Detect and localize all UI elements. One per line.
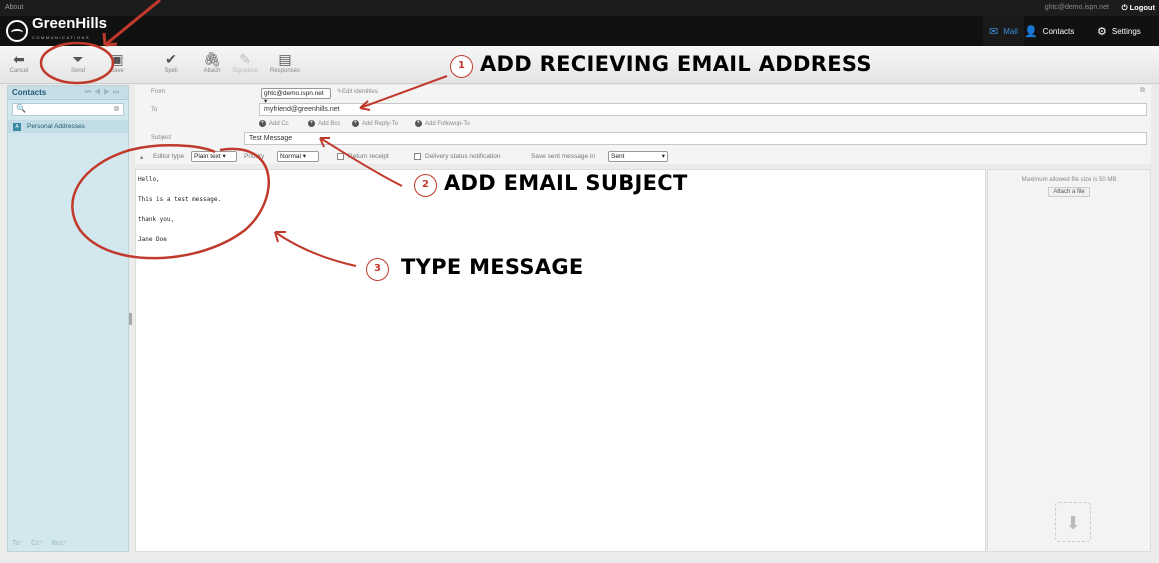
annotation-number-1: 1 bbox=[450, 55, 473, 78]
priority-select[interactable]: Normal ▾ bbox=[277, 151, 319, 162]
drop-zone-icon[interactable]: ⬇ bbox=[1055, 502, 1091, 542]
return-receipt-checkbox[interactable]: Return receipt bbox=[337, 153, 389, 160]
from-label: From bbox=[151, 89, 165, 95]
add-cc-link[interactable]: + Add Cc bbox=[259, 120, 289, 127]
contacts-title: Contacts bbox=[12, 88, 47, 97]
expand-icon[interactable]: ⧉ bbox=[1140, 87, 1145, 95]
plus-icon: + bbox=[415, 120, 422, 127]
send-icon: ⏷ bbox=[72, 51, 84, 67]
collapse-icon[interactable]: ▴ bbox=[140, 153, 143, 161]
dsn-checkbox[interactable]: Delivery status notification bbox=[414, 153, 501, 160]
save-label: Save bbox=[110, 68, 124, 74]
gear-icon: ⚙ bbox=[1097, 25, 1107, 38]
responses-label: Responses bbox=[269, 68, 301, 74]
plus-icon: + bbox=[352, 120, 359, 127]
nav-settings-label: Settings bbox=[1111, 26, 1141, 36]
save-in-select[interactable]: Sent ▾ bbox=[608, 151, 668, 162]
editor-type-select[interactable]: Plain text ▾ bbox=[191, 151, 237, 162]
annotation-text-1: ADD RECIEVING EMAIL ADDRESS bbox=[480, 52, 872, 76]
nav-mail-label: Mail bbox=[1003, 26, 1018, 36]
send-button[interactable]: ⏷ Send bbox=[62, 50, 94, 74]
logo: GreenHills COMMUNICATIONS bbox=[6, 15, 108, 42]
add-bcc-link[interactable]: + Add Bcc bbox=[308, 120, 340, 127]
annotation-text-3: TYPE MESSAGE bbox=[401, 255, 584, 279]
annotation-text-2: ADD EMAIL SUBJECT bbox=[444, 171, 688, 195]
mail-icon: ✉ bbox=[989, 25, 999, 38]
signature-button[interactable]: ✎ Signature bbox=[229, 50, 261, 74]
priority-label: Priority bbox=[244, 153, 265, 160]
bcc-button[interactable]: Bcc⁺ bbox=[51, 539, 66, 547]
search-icon: 🔍 bbox=[16, 104, 26, 113]
sidebar-item-personal-addresses[interactable]: A Personal Addresses bbox=[8, 120, 128, 133]
compose-options: ▴ Editor type Plain text ▾ Priority Norm… bbox=[135, 150, 1151, 164]
editor-type-label: Editor type bbox=[153, 153, 185, 160]
power-icon: ⏻ bbox=[1121, 3, 1130, 12]
paperclip-icon: 🖇 bbox=[203, 51, 221, 67]
logout-label: Logout bbox=[1129, 3, 1155, 12]
attach-label: Attach bbox=[203, 68, 221, 74]
subject-field[interactable]: Test Message bbox=[244, 132, 1147, 145]
back-arrow-icon: ⬅ bbox=[13, 51, 25, 67]
cancel-button[interactable]: ⬅ Cancel bbox=[3, 50, 35, 74]
subject-label: Subject bbox=[151, 135, 172, 141]
edit-identities-link[interactable]: ✎ Edit identities bbox=[337, 88, 378, 96]
body-line: This is a test message. bbox=[138, 196, 222, 203]
plus-icon: + bbox=[259, 120, 266, 127]
attach-button[interactable]: 🖇 Attach bbox=[196, 50, 228, 74]
person-icon: 👤 bbox=[1024, 25, 1038, 38]
annotation-number-3: 3 bbox=[366, 258, 389, 281]
top-strip: About ghtc@demo.ispn.net ⏻ Logout bbox=[0, 0, 1159, 16]
about-link[interactable]: About bbox=[5, 4, 23, 11]
logout-button[interactable]: ⏻ Logout bbox=[1122, 3, 1155, 13]
brand-name: GreenHills COMMUNICATIONS bbox=[32, 15, 108, 40]
plus-icon: + bbox=[308, 120, 315, 127]
cc-button[interactable]: Cc⁺ bbox=[31, 539, 43, 547]
nav-settings[interactable]: ⚙ Settings bbox=[1097, 16, 1141, 46]
save-button[interactable]: ▣ Save bbox=[101, 50, 133, 74]
sidebar-splitter[interactable] bbox=[129, 313, 132, 325]
account-email: ghtc@demo.ispn.net bbox=[1044, 4, 1109, 11]
app-window: About ghtc@demo.ispn.net ⏻ Logout GreenH… bbox=[0, 0, 1159, 563]
max-size-note: Maximum allowed file size is 50 MB bbox=[1021, 177, 1117, 183]
recipient-buttons: To⁺ Cc⁺ Bcc⁺ bbox=[12, 539, 67, 547]
body-line: Jane Doe bbox=[138, 236, 167, 243]
from-select[interactable]: ghtc@demo.ispn.net ▾ bbox=[261, 88, 331, 105]
logo-mark-icon bbox=[6, 20, 28, 42]
clear-icon[interactable]: ⊗ bbox=[113, 104, 120, 113]
message-body-editor[interactable]: Hello, This is a test message. thank you… bbox=[135, 169, 986, 552]
sidebar-item-label: Personal Addresses bbox=[27, 123, 85, 130]
nav-mail[interactable]: ✉ Mail bbox=[983, 16, 1024, 46]
send-label: Send bbox=[70, 68, 85, 74]
spell-label: Spell bbox=[164, 68, 178, 74]
nav-contacts[interactable]: 👤 Contacts bbox=[1024, 16, 1074, 46]
pager-arrows[interactable]: ⏮◀▶⏭ bbox=[85, 89, 122, 97]
spell-button[interactable]: ✔ Spell bbox=[155, 50, 187, 74]
add-reply-to-link[interactable]: + Add Reply-To bbox=[352, 120, 398, 127]
contacts-sidebar: Contacts ⏮◀▶⏭ 🔍 ⊗ A Personal Addresses To⁺ … bbox=[7, 85, 129, 552]
body-line: thank you, bbox=[138, 216, 175, 223]
app-header: GreenHills COMMUNICATIONS ✉ Mail 👤 Contacts… bbox=[0, 16, 1159, 46]
contacts-search-input[interactable]: 🔍 ⊗ bbox=[12, 103, 124, 116]
save-in-label: Save sent message in bbox=[531, 153, 595, 160]
to-button[interactable]: To⁺ bbox=[12, 539, 23, 547]
cancel-label: Cancel bbox=[9, 68, 29, 74]
document-icon: ▤ bbox=[278, 51, 292, 67]
nav-contacts-label: Contacts bbox=[1042, 26, 1075, 36]
responses-button[interactable]: ▤ Responses bbox=[269, 50, 301, 74]
attach-file-button[interactable]: Attach a file bbox=[1048, 187, 1090, 197]
add-followup-to-link[interactable]: + Add Followup-To bbox=[415, 120, 470, 127]
pen-icon: ✎ bbox=[239, 51, 251, 67]
spellcheck-icon: ✔ bbox=[165, 51, 177, 67]
save-icon: ▣ bbox=[110, 51, 124, 67]
signature-label: Signature bbox=[232, 68, 258, 74]
to-field[interactable]: myfriend@greenhills.net bbox=[259, 103, 1147, 116]
contacts-header: Contacts ⏮◀▶⏭ bbox=[8, 86, 128, 100]
annotation-number-2: 2 bbox=[414, 174, 437, 197]
attachments-pane: Maximum allowed file size is 50 MB Attac… bbox=[987, 169, 1151, 552]
to-label: To bbox=[151, 107, 158, 113]
address-book-icon: A bbox=[13, 122, 21, 131]
